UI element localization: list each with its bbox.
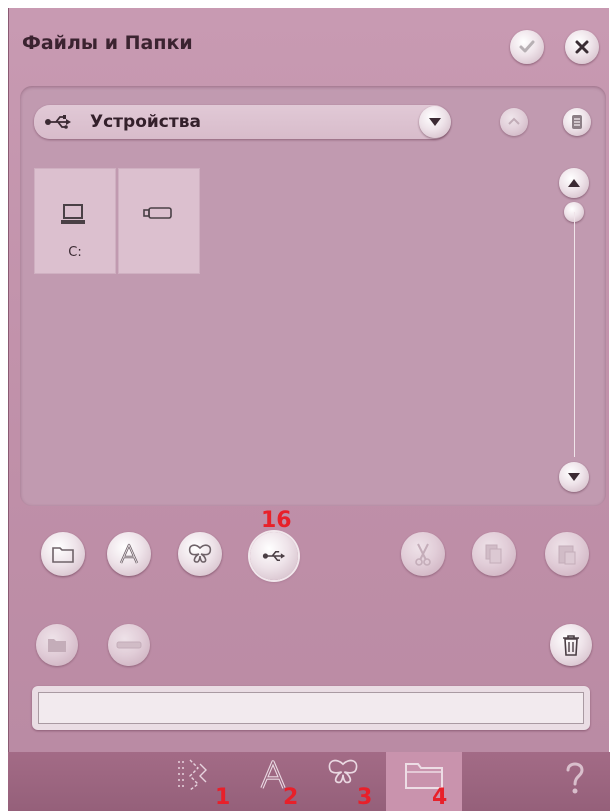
- confirm-button[interactable]: [510, 30, 544, 64]
- file-browser-panel: [20, 86, 606, 506]
- new-folder-icon: [48, 639, 66, 652]
- dropdown-button[interactable]: [419, 106, 451, 138]
- delete-button[interactable]: [550, 624, 592, 666]
- help-button[interactable]: [562, 758, 592, 802]
- font-icon: [119, 543, 139, 564]
- scroll-track[interactable]: [574, 212, 575, 457]
- annotation-4: 4: [432, 785, 448, 810]
- laptop-icon: [61, 204, 85, 224]
- annotation-2: 2: [283, 785, 299, 810]
- scroll-down-button[interactable]: [559, 462, 589, 492]
- copy-icon: [485, 544, 502, 564]
- font-filter-button[interactable]: [107, 532, 151, 576]
- rename-icon: [116, 641, 142, 649]
- window-title: Файлы и Папки: [22, 32, 193, 54]
- paste-button[interactable]: [545, 532, 589, 576]
- file-item-usb-drive[interactable]: [118, 168, 200, 274]
- cut-button[interactable]: [401, 532, 445, 576]
- scroll-up-button[interactable]: [559, 168, 589, 198]
- chevron-up-icon: [568, 179, 580, 187]
- usb-filter-button[interactable]: [250, 532, 298, 580]
- stitch-icon: [178, 759, 207, 791]
- embroidery-filter-button[interactable]: [178, 532, 222, 576]
- close-button[interactable]: [565, 30, 599, 64]
- copy-button[interactable]: [472, 532, 516, 576]
- annotation-1: 1: [215, 785, 231, 810]
- folder-up-button[interactable]: [500, 108, 528, 136]
- folder-filter-button[interactable]: [41, 532, 85, 576]
- file-item-drive-c[interactable]: C:: [34, 168, 116, 274]
- scissors-icon: [415, 543, 431, 566]
- device-dropdown[interactable]: Устройства: [34, 105, 450, 139]
- rename-button[interactable]: [108, 624, 150, 666]
- new-folder-button[interactable]: [36, 624, 78, 666]
- file-item-label: C:: [68, 245, 82, 260]
- usb-icon: [45, 115, 71, 129]
- annotation-3: 3: [357, 785, 373, 810]
- device-dropdown-label: Устройства: [90, 112, 201, 132]
- trash-icon: [563, 635, 579, 656]
- paste-icon: [558, 545, 576, 565]
- usb-icon: [262, 550, 286, 562]
- bottom-taskbar: [8, 752, 610, 811]
- checkmark-icon: [519, 40, 535, 53]
- list-view-icon: [572, 115, 582, 129]
- path-field-container: [32, 686, 590, 730]
- annotation-16: 16: [261, 508, 292, 533]
- chevron-down-icon: [429, 118, 441, 126]
- chevron-down-icon: [568, 473, 580, 481]
- question-mark-icon: [566, 762, 584, 794]
- list-view-button[interactable]: [563, 108, 591, 136]
- folder-icon: [52, 547, 74, 563]
- tab-stitch[interactable]: [176, 758, 216, 802]
- butterfly-icon: [328, 759, 358, 784]
- path-field[interactable]: [38, 692, 584, 724]
- folder-up-icon: [508, 117, 520, 125]
- usb-drive-icon: [143, 207, 172, 219]
- close-icon: [575, 40, 589, 54]
- butterfly-icon: [188, 544, 212, 563]
